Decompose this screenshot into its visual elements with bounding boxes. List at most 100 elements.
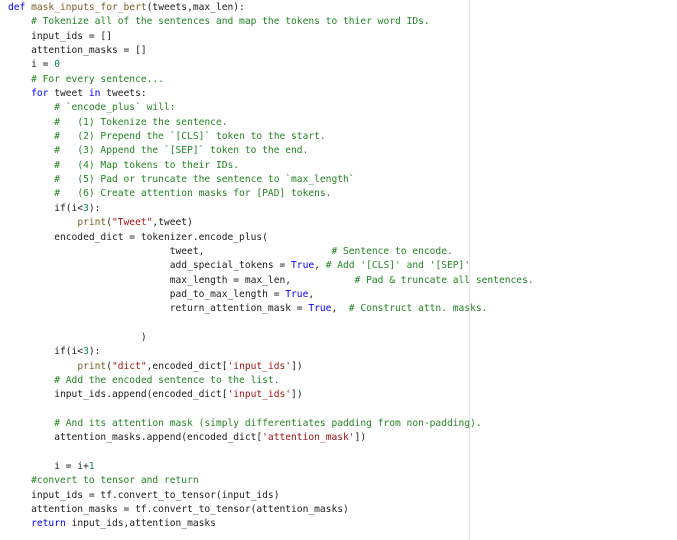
code-token: return_attention_mask = — [8, 303, 309, 315]
code-token: # Pad & truncate all sentences. — [354, 274, 534, 286]
code-token: if(i< — [8, 202, 84, 214]
code-token: , — [308, 288, 315, 300]
code-token: i = — [8, 59, 55, 71]
code-token: encoded_dict = tokenizer.encode_plus( — [8, 231, 268, 243]
code-token: 'input_ids' — [227, 389, 292, 401]
code-line: return input_ids,attention_masks — [8, 517, 534, 531]
code-token: if(i< — [8, 346, 84, 358]
code-line: # Tokenize all of the sentences and map … — [8, 15, 534, 29]
code-token: # Tokenize all of the sentences and map … — [31, 16, 430, 28]
code-token: # (6) Create attention masks for [PAD] t… — [54, 188, 332, 200]
code-token: , — [331, 303, 349, 315]
code-line: return_attention_mask = True, # Construc… — [8, 302, 534, 316]
code-block[interactable]: def mask_inputs_for_bert(tweets,max_len)… — [8, 1, 534, 532]
code-line: # (1) Tokenize the sentence. — [8, 116, 534, 130]
code-line: input_ids = tf.convert_to_tensor(input_i… — [8, 489, 534, 503]
code-token: ) — [8, 331, 147, 343]
code-line: max_length = max_len, # Pad & truncate a… — [8, 274, 534, 288]
code-token: "Tweet" — [111, 217, 153, 229]
code-token: ): — [88, 346, 101, 358]
code-line: print("Tweet",tweet) — [8, 216, 534, 230]
code-line: attention_masks.append(encoded_dict['att… — [8, 431, 534, 445]
code-token: # (3) Append the `[SEP]` token to the en… — [54, 145, 309, 157]
code-token: True — [285, 288, 309, 300]
code-token: ]) — [291, 389, 303, 401]
code-line: if(i<3): — [8, 202, 534, 216]
code-token: input_ids = tf.convert_to_tensor(input_i… — [8, 489, 280, 501]
code-line: for tweet in tweets: — [8, 87, 534, 101]
code-line: # (2) Prepend the `[CLS]` token to the s… — [8, 130, 534, 144]
code-line: # And its attention mask (simply differe… — [8, 417, 534, 431]
code-line: pad_to_max_length = True, — [8, 288, 534, 302]
code-token: attention_masks.append(encoded_dict[ — [8, 432, 263, 444]
code-line: # Add the encoded sentence to the list. — [8, 374, 534, 388]
code-token: # And its attention mask (simply differe… — [54, 417, 482, 429]
code-token: 0 — [54, 59, 60, 71]
code-line: add_special_tokens = True, # Add '[CLS]'… — [8, 259, 534, 273]
code-line: # (6) Create attention masks for [PAD] t… — [8, 187, 534, 201]
code-token: , — [314, 260, 326, 272]
code-token: return — [31, 518, 72, 530]
code-token: ,encoded_dict[ — [146, 360, 228, 372]
code-line: #convert to tensor and return — [8, 474, 534, 488]
code-line: input_ids.append(encoded_dict['input_ids… — [8, 388, 534, 402]
code-token: attention_masks = tf.convert_to_tensor(a… — [8, 504, 349, 516]
code-line: tweet, # Sentence to encode. — [8, 245, 534, 259]
code-token: # Construct attn. masks. — [348, 303, 488, 315]
code-line: attention_masks = [] — [8, 44, 534, 58]
code-token: add_special_tokens = — [8, 260, 292, 272]
code-token: tweet — [54, 88, 89, 100]
code-token: #convert to tensor and return — [31, 475, 199, 487]
code-line: input_ids = [] — [8, 30, 534, 44]
code-token: input_ids.append(encoded_dict[ — [8, 389, 228, 401]
code-token: # (5) Pad or truncate the sentence to `m… — [54, 174, 355, 186]
code-token: print — [77, 360, 107, 372]
code-token: # (1) Tokenize the sentence. — [54, 116, 228, 128]
code-token: # (2) Prepend the `[CLS]` token to the s… — [54, 131, 326, 143]
code-token: in — [88, 88, 107, 100]
code-editor[interactable]: def mask_inputs_for_bert(tweets,max_len)… — [0, 0, 677, 540]
code-token: tweet, — [8, 245, 332, 257]
code-token: input_ids,attention_masks — [71, 518, 216, 530]
code-line: i = 0 — [8, 58, 534, 72]
code-token: True — [291, 260, 315, 272]
code-line: # (4) Map tokens to their IDs. — [8, 159, 534, 173]
code-token: # Add '[CLS]' and '[SEP]' — [325, 260, 471, 272]
code-line: i = i+1 — [8, 460, 534, 474]
code-line: # `encode_plus` will: — [8, 101, 534, 115]
code-token: tweets: — [106, 88, 147, 100]
code-token: # Sentence to encode. — [331, 245, 453, 257]
code-token: ]) — [291, 360, 303, 372]
code-token: # `encode_plus` will: — [54, 102, 176, 114]
code-token: # Add the encoded sentence to the list. — [54, 374, 280, 386]
code-token: input_ids = [] — [8, 30, 112, 42]
code-token: # For every sentence... — [31, 73, 164, 85]
code-token: "dict" — [111, 360, 147, 372]
code-token: 'input_ids' — [227, 360, 292, 372]
code-token: (tweets,max_len): — [146, 2, 245, 13]
code-line: # For every sentence... — [8, 73, 534, 87]
code-token: pad_to_max_length = — [8, 288, 286, 300]
code-token: True — [308, 303, 332, 315]
code-token: mask_inputs_for_bert — [31, 2, 147, 13]
code-line: print("dict",encoded_dict['input_ids']) — [8, 360, 534, 374]
code-line: ) — [8, 331, 534, 345]
